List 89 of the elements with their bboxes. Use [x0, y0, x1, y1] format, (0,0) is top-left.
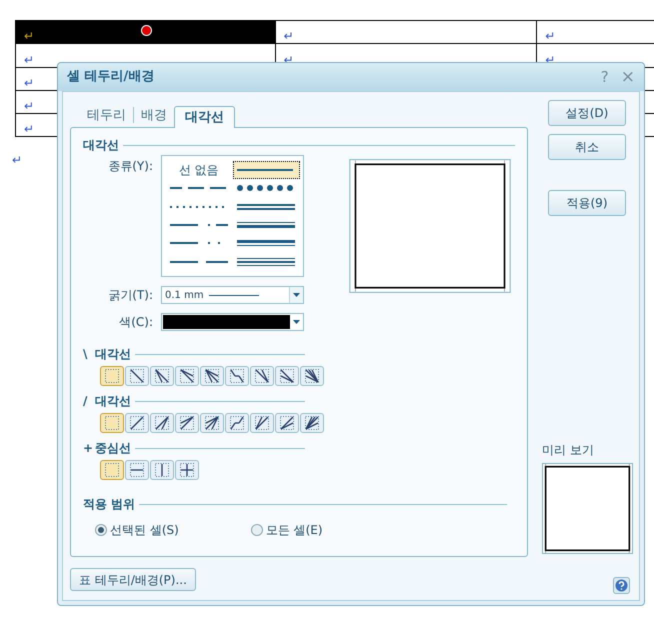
diagonal-icon	[228, 367, 246, 385]
paragraph-mark: ↵	[545, 54, 556, 66]
diagonal-icon	[153, 461, 171, 479]
dialog-button[interactable]: 적용(9)	[548, 190, 626, 216]
diagonal-icon	[153, 367, 171, 385]
diagonal-icon	[153, 414, 171, 432]
diagonal-icon	[203, 414, 221, 432]
section-title: 중심선	[95, 440, 131, 457]
line-style-icon	[170, 260, 228, 263]
type-label: 종류(Y):	[107, 158, 154, 175]
diagonal-button[interactable]	[175, 413, 199, 433]
diagonal-button[interactable]	[150, 413, 174, 433]
help-icon	[613, 577, 630, 594]
paragraph-mark: ↵	[545, 30, 556, 42]
line-style-icon	[237, 258, 296, 266]
line-style-icon	[237, 185, 296, 192]
section-title: 대각선	[95, 393, 131, 410]
section-symbol: /	[83, 393, 88, 410]
diagonal-icon	[253, 367, 271, 385]
scope-radio[interactable]: 선택된 셀(S)	[95, 521, 179, 539]
diagonal-icon	[128, 367, 146, 385]
diagonal-icon	[278, 414, 296, 432]
paragraph-mark: ↵	[24, 76, 34, 89]
window-title: 셀 테두리/배경	[67, 68, 154, 86]
diagonal-button[interactable]	[250, 413, 274, 433]
thickness-label: 굵기(T):	[107, 287, 154, 304]
diagonal-button[interactable]	[275, 366, 299, 386]
paragraph-mark: ↵	[12, 154, 22, 166]
diagonal-icon	[178, 367, 196, 385]
line-style-icon	[170, 224, 228, 226]
diagonal-button[interactable]	[225, 366, 249, 386]
diagonal-button[interactable]	[300, 366, 324, 386]
scope-radio[interactable]: 모든 셀(E)	[250, 521, 323, 539]
color-label: 색(C):	[118, 314, 154, 331]
section-title: 대각선	[83, 137, 119, 154]
line-style-icon	[237, 204, 296, 210]
paragraph-mark: ↵	[24, 123, 34, 136]
diagonal-icon	[303, 414, 321, 432]
thickness-dropdown[interactable]: 0.1 mm	[161, 286, 304, 304]
section-title: 적용 범위	[83, 496, 136, 513]
line-style-icon	[237, 222, 296, 228]
diagonal-button[interactable]	[150, 366, 174, 386]
diagonal-icon	[203, 367, 221, 385]
diagonal-button[interactable]	[300, 413, 324, 433]
diagonal-button[interactable]	[125, 460, 149, 480]
line-style-icon	[237, 169, 296, 172]
paragraph-mark: ↵	[284, 54, 294, 66]
diagonal-button[interactable]	[125, 366, 149, 386]
diagonal-icon	[278, 367, 296, 385]
line-type-option[interactable]	[232, 161, 300, 180]
tab[interactable]: 대각선	[174, 106, 235, 128]
diagonal-button[interactable]	[275, 413, 299, 433]
paragraph-mark: ↵	[24, 100, 34, 112]
section-symbol: +	[83, 440, 91, 457]
diagonal-icon	[178, 414, 196, 432]
diagonal-icon	[228, 414, 246, 432]
caret-icon	[289, 287, 303, 303]
diagonal-icon	[103, 367, 121, 385]
preview-label: 미리 보기	[542, 442, 594, 459]
diagonal-icon	[253, 414, 271, 432]
tab[interactable]: 테두리	[80, 105, 133, 127]
diagonal-icon	[128, 461, 146, 479]
paragraph-mark: ↵	[24, 54, 34, 66]
dialog-button[interactable]: 설정(D)	[548, 100, 626, 126]
diagonal-button[interactable]	[175, 460, 199, 480]
paragraph-mark: ↵	[24, 30, 34, 42]
line-type-list[interactable]: 선 없음	[161, 155, 304, 277]
section-title: 대각선	[95, 346, 131, 363]
color-dropdown[interactable]	[161, 313, 304, 331]
diagonal-button[interactable]	[150, 460, 174, 480]
line-style-icon	[237, 240, 296, 246]
diagonal-icon	[103, 414, 121, 432]
line-type-option[interactable]: 선 없음	[165, 161, 232, 180]
diagonal-button[interactable]	[225, 413, 249, 433]
diagonal-button[interactable]	[200, 366, 224, 386]
diagonal-icon	[128, 414, 146, 432]
table-border-button[interactable]: 표 테두리/배경(P)...	[70, 568, 196, 591]
diagonal-icon	[103, 461, 121, 479]
diagonal-icon	[178, 461, 196, 479]
section-symbol: \	[83, 346, 88, 363]
diagonal-button[interactable]	[125, 413, 149, 433]
dialog-button[interactable]: 취소	[548, 134, 626, 160]
diagonal-button[interactable]	[175, 366, 199, 386]
diagonal-icon	[303, 367, 321, 385]
diagonal-button[interactable]	[250, 366, 274, 386]
line-style-icon	[170, 187, 228, 190]
tab[interactable]: 배경	[134, 105, 174, 127]
paragraph-mark: ↵	[284, 30, 294, 42]
diagonal-button[interactable]	[200, 413, 224, 433]
